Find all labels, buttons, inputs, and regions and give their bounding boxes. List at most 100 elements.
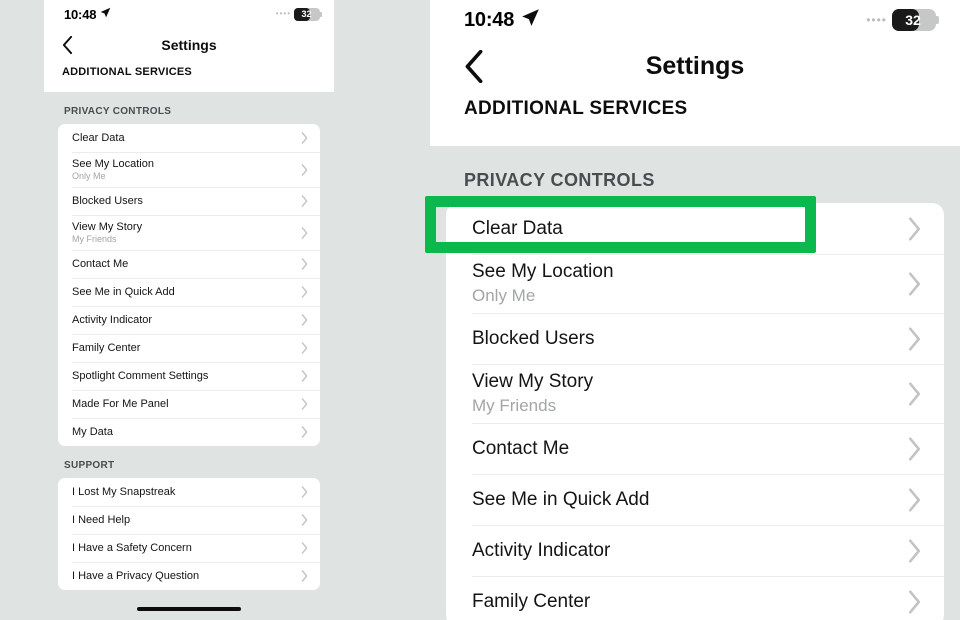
list-item-label: Made For Me Panel — [72, 398, 169, 410]
list-item-label: See Me in Quick Add — [472, 488, 650, 510]
list-item-label: Blocked Users — [72, 195, 143, 207]
list-item-label: I Have a Safety Concern — [72, 542, 192, 554]
row-text: My Data — [72, 426, 113, 438]
list-item-i-lost-my-snapstreak[interactable]: I Lost My Snapstreak — [58, 478, 320, 506]
status-bar-left: 10:48 — [464, 8, 540, 32]
list-item-activity-indicator[interactable]: Activity Indicator — [58, 306, 320, 334]
screenshot-root: 10:48 •••• 32 Settings ADDITIONAL SERVIC… — [0, 0, 960, 620]
list-item-i-have-a-privacy-question[interactable]: I Have a Privacy Question — [58, 562, 320, 590]
list-item-i-need-help[interactable]: I Need Help — [58, 506, 320, 534]
list-item-family-center[interactable]: Family Center — [58, 334, 320, 362]
chevron-right-icon — [907, 538, 922, 563]
row-text: Contact Me — [72, 258, 128, 270]
chevron-right-icon — [301, 398, 308, 410]
chevron-right-icon — [907, 381, 922, 406]
list-item-subtitle: Only Me — [472, 286, 536, 305]
section-title: PRIVACY CONTROLS — [464, 170, 655, 190]
chevron-right-icon — [301, 286, 308, 298]
list-item-label: View My Story — [472, 371, 594, 392]
row-text: See Me in Quick Add — [472, 489, 649, 511]
nav-bar: Settings — [44, 28, 334, 62]
left-phone-body[interactable]: PRIVACY CONTROLS Clear Data See My Locat… — [44, 92, 334, 590]
list-item-activity-indicator[interactable]: Activity Indicator — [446, 525, 944, 576]
settings-card: Clear Data See My Location Only Me Block… — [446, 203, 944, 620]
chevron-right-icon — [301, 163, 308, 176]
list-item-label: View My Story — [72, 221, 143, 233]
settings-card: Clear Data See My Location Only Me Block… — [58, 124, 320, 446]
list-item-i-have-a-safety-concern[interactable]: I Have a Safety Concern — [58, 534, 320, 562]
right-phone-header: 10:48 •••• 32 Settings ADDITIONAL SERVIC… — [430, 0, 960, 146]
chevron-right-icon — [301, 486, 308, 498]
list-item-contact-me[interactable]: Contact Me — [446, 423, 944, 474]
list-item-view-my-story[interactable]: View My Story My Friends — [58, 215, 320, 250]
chevron-right-icon — [301, 258, 308, 270]
chevron-right-icon — [907, 326, 922, 351]
list-item-blocked-users[interactable]: Blocked Users — [446, 313, 944, 364]
list-item-spotlight-comment-settings[interactable]: Spotlight Comment Settings — [58, 362, 320, 390]
chevron-right-icon — [301, 195, 308, 207]
row-text: Blocked Users — [72, 195, 143, 207]
list-item-blocked-users[interactable]: Blocked Users — [58, 187, 320, 215]
chevron-right-icon — [301, 370, 308, 382]
list-item-family-center[interactable]: Family Center — [446, 576, 944, 620]
list-item-clear-data[interactable]: Clear Data — [58, 124, 320, 152]
list-item-view-my-story[interactable]: View My Story My Friends — [446, 364, 944, 423]
row-text: I Lost My Snapstreak — [72, 486, 175, 498]
row-text: Contact Me — [472, 438, 569, 460]
row-text: Family Center — [72, 342, 140, 354]
list-item-label: Spotlight Comment Settings — [72, 370, 209, 382]
list-item-contact-me[interactable]: Contact Me — [58, 250, 320, 278]
list-item-label: Activity Indicator — [472, 539, 611, 561]
list-item-clear-data[interactable]: Clear Data — [446, 203, 944, 254]
row-text: I Need Help — [72, 514, 130, 526]
status-bar-right: •••• 32 — [866, 9, 939, 31]
list-item-see-me-in-quick-add[interactable]: See Me in Quick Add — [446, 474, 944, 525]
row-text: See My Location Only Me — [472, 261, 614, 306]
back-chevron-icon[interactable] — [62, 35, 73, 55]
right-phone-screen: 10:48 •••• 32 Settings ADDITIONAL SERVIC… — [430, 0, 960, 620]
row-text: View My Story My Friends — [72, 221, 142, 244]
list-item-subtitle: My Friends — [72, 234, 117, 244]
page-title: Settings — [645, 51, 745, 80]
home-indicator-bar — [137, 607, 241, 611]
additional-services-header: ADDITIONAL SERVICES — [44, 62, 334, 92]
location-arrow-icon — [521, 8, 540, 32]
status-bar: 10:48 •••• 32 — [44, 0, 334, 28]
right-phone-body[interactable]: PRIVACY CONTROLS Clear Data See My Locat… — [430, 146, 960, 620]
row-text: See Me in Quick Add — [72, 286, 175, 298]
list-item-label: Contact Me — [472, 437, 570, 459]
list-item-label: Family Center — [72, 342, 141, 354]
left-phone-screen: 10:48 •••• 32 Settings ADDITIONAL SERVIC… — [44, 0, 334, 620]
list-item-see-my-location[interactable]: See My Location Only Me — [58, 152, 320, 187]
back-chevron-icon[interactable] — [464, 49, 484, 83]
row-text: See My Location Only Me — [72, 158, 154, 181]
row-text: Spotlight Comment Settings — [72, 370, 208, 382]
list-item-made-for-me-panel[interactable]: Made For Me Panel — [58, 390, 320, 418]
page-title: Settings — [161, 37, 217, 53]
status-bar-time: 10:48 — [464, 8, 515, 31]
signal-dots-icon: •••• — [866, 13, 887, 27]
chevron-right-icon — [907, 589, 922, 614]
list-item-label: Clear Data — [472, 217, 563, 239]
location-arrow-icon — [100, 5, 111, 23]
left-phone-header: 10:48 •••• 32 Settings ADDITIONAL SERVIC… — [44, 0, 334, 92]
signal-dots-icon: •••• — [275, 9, 291, 18]
status-bar: 10:48 •••• 32 — [430, 0, 960, 40]
row-text: View My Story My Friends — [472, 371, 593, 416]
section-support: SUPPORT I Lost My Snapstreak I Need Help — [58, 446, 320, 590]
row-text: Activity Indicator — [472, 540, 610, 562]
chevron-right-icon — [907, 487, 922, 512]
battery-level-label: 32 — [301, 9, 312, 19]
list-item-label: See My Location — [472, 261, 614, 282]
chevron-right-icon — [907, 436, 922, 461]
list-item-see-my-location[interactable]: See My Location Only Me — [446, 254, 944, 313]
section-title: SUPPORT — [64, 460, 115, 471]
list-item-label: I Have a Privacy Question — [72, 570, 200, 582]
chevron-right-icon — [301, 570, 308, 582]
chevron-right-icon — [907, 216, 922, 241]
chevron-right-icon — [301, 314, 308, 326]
list-item-label: Activity Indicator — [72, 314, 153, 326]
list-item-see-me-in-quick-add[interactable]: See Me in Quick Add — [58, 278, 320, 306]
list-item-subtitle: Only Me — [72, 171, 106, 181]
list-item-my-data[interactable]: My Data — [58, 418, 320, 446]
